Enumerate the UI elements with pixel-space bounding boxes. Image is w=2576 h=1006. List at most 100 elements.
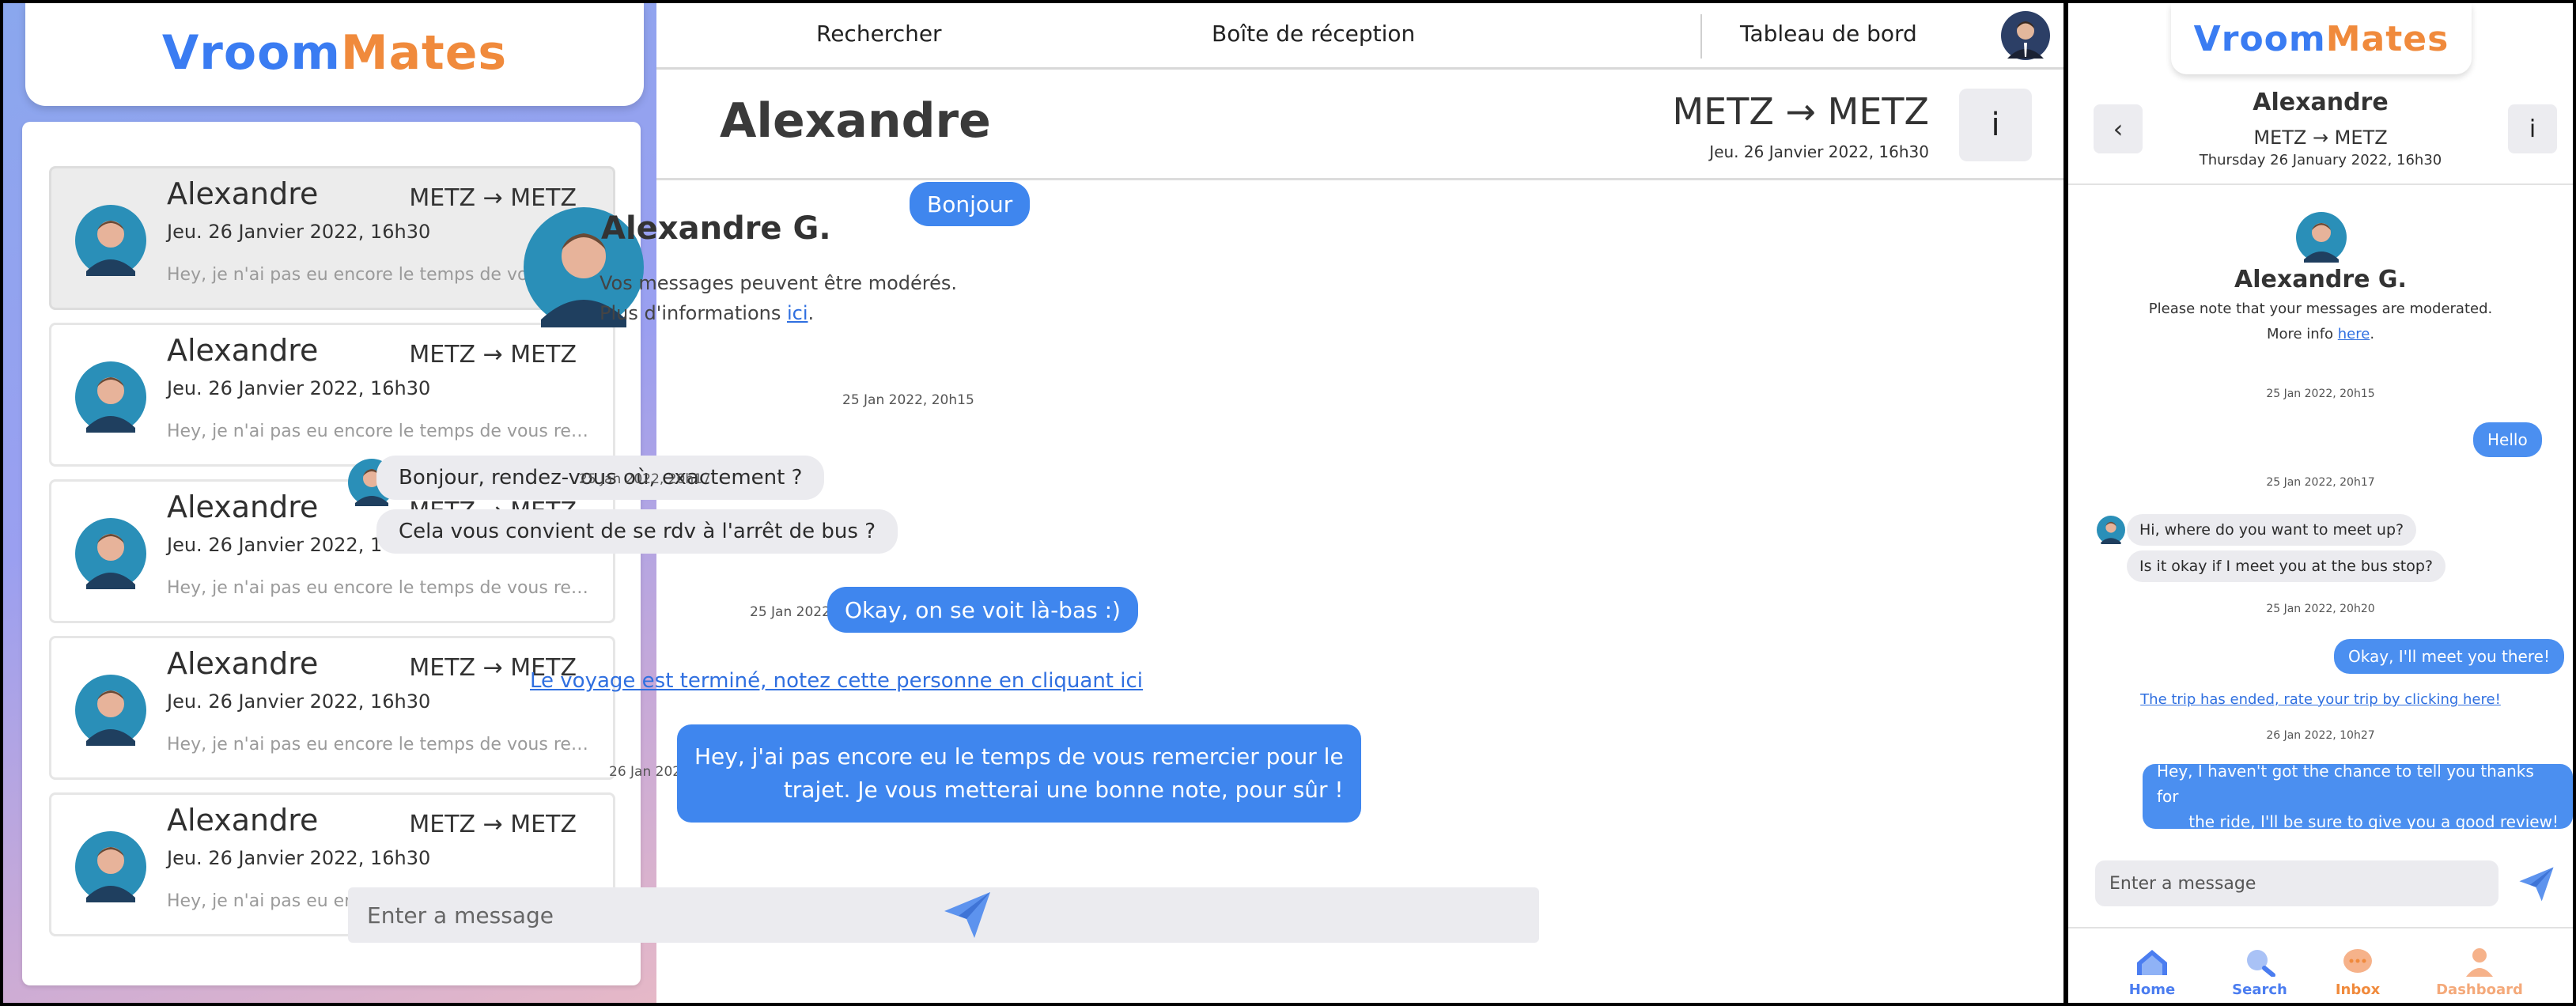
rate-trip-link[interactable]: The trip has ended, rate your trip by cl…	[2068, 691, 2573, 708]
logo-text-part: Mates	[340, 25, 508, 81]
more-info-note: Plus d'informations ici.	[600, 302, 814, 324]
tab-label: Search	[2232, 981, 2287, 998]
conversation-item[interactable]: Alexandre METZ → METZ Jeu. 26 Janvier 20…	[49, 636, 615, 780]
vroommates-logo[interactable]: VroomMates	[162, 25, 507, 81]
more-info-prefix: Plus d'informations	[600, 302, 787, 324]
rate-trip-link[interactable]: Le voyage est terminé, notez cette perso…	[530, 669, 1143, 693]
logo-text-part: Vr	[2193, 18, 2240, 59]
conversation-preview: Hey, je n'ai pas eu encore le temps de v…	[167, 735, 594, 754]
more-info-suffix: .	[808, 302, 815, 324]
message-outgoing: Okay, on se voit là-bas :)	[827, 587, 1138, 633]
logo-text-part: oo	[2239, 18, 2289, 59]
message-outgoing: Bonjour	[910, 182, 1031, 226]
conversation-date: Jeu. 26 Janvier 2022, 16h30	[167, 847, 431, 869]
send-icon[interactable]	[2516, 864, 2557, 905]
moderation-note: Vos messages peuvent être modérés.	[600, 272, 958, 294]
top-nav: Rechercher Boîte de réception Tableau de…	[656, 3, 2063, 70]
nav-inbox-link[interactable]: Boîte de réception	[1212, 21, 1415, 47]
chat-date: Thursday 26 January 2022, 16h30	[2199, 152, 2442, 168]
bottom-nav: Home Search Inbox Dashboard	[2068, 927, 2573, 1003]
message-timestamp: 25 Jan 2022, 20h15	[2266, 388, 2375, 400]
more-info-prefix: More info	[2266, 326, 2338, 342]
conversation-name: Alexandre	[167, 646, 319, 681]
profile-name: Alexandre G.	[601, 210, 831, 247]
avatar	[75, 361, 146, 433]
home-icon	[2137, 950, 2167, 975]
tab-label: Home	[2128, 981, 2176, 998]
chat-date: Jeu. 26 Janvier 2022, 16h30	[1709, 142, 1929, 161]
chat-header: ‹ Alexandre METZ → METZ Thursday 26 Janu…	[2068, 74, 2573, 185]
logo-card: VroomMates	[2171, 3, 2472, 74]
tab-inbox[interactable]: Inbox	[2310, 928, 2405, 1003]
message-input[interactable]: Enter a message	[2095, 860, 2498, 906]
message-line: trajet. Je vous metterai une bonne note,…	[783, 777, 1344, 803]
search-icon	[2247, 950, 2275, 977]
message-outgoing: Hey, I haven't got the chance to tell yo…	[2143, 762, 2573, 831]
conversation-date: Jeu. 26 Janvier 2022, 16h30	[167, 221, 431, 243]
more-info-note: More info here.	[2068, 326, 2573, 342]
avatar	[75, 205, 146, 276]
sender-avatar[interactable]	[2097, 516, 2125, 544]
info-button[interactable]: i	[2508, 104, 2557, 153]
info-button[interactable]: i	[1959, 89, 2032, 161]
message-outgoing: Hello	[2473, 422, 2542, 457]
more-info-link[interactable]: ici	[787, 302, 808, 324]
tab-search[interactable]: Search	[2212, 928, 2307, 1003]
message-timestamp: 25 Jan 2022, 20h17	[579, 471, 711, 487]
mobile-view: VroomMates ‹ Alexandre METZ → METZ Thurs…	[2068, 3, 2573, 1003]
message-incoming: Cela vous convient de se rdv à l'arrêt d…	[376, 509, 898, 554]
message-outgoing: Hey, j'ai pas encore eu le temps de vous…	[677, 724, 1361, 823]
chat-route: METZ → METZ	[2253, 127, 2388, 149]
conversation-name: Alexandre	[167, 490, 319, 524]
tab-dashboard[interactable]: Dashboard	[2432, 928, 2527, 1003]
logo-text-part: Mates	[2325, 18, 2449, 59]
user-avatar[interactable]	[2001, 11, 2050, 60]
chat-title: Alexandre	[2253, 89, 2389, 116]
message-timestamp: 26 Jan 2022, 10h27	[2266, 729, 2375, 742]
conversation-sidebar: VroomMates Alexandre METZ → METZ Jeu. 26…	[3, 3, 656, 1003]
conversation-date: Jeu. 26 Janvier 2022, 16h30	[167, 690, 431, 713]
message-line: Hey, j'ai pas encore eu le temps de vous…	[694, 743, 1344, 770]
avatar	[75, 675, 146, 746]
logo-card: VroomMates	[25, 3, 644, 106]
conversation-route: METZ → METZ	[409, 341, 577, 369]
conversation-name: Alexandre	[167, 803, 319, 838]
conversation-item[interactable]: Alexandre METZ → METZ Jeu. 26 Janvier 20…	[49, 323, 615, 467]
more-info-suffix: .	[2370, 326, 2375, 342]
message-incoming: Is it okay if I meet you at the bus stop…	[2127, 550, 2446, 582]
chat-route: METZ → METZ	[1672, 90, 1929, 133]
tab-label: Dashboard	[2436, 981, 2523, 998]
message-line: the ride, I'll be sure to give you a goo…	[2188, 812, 2559, 831]
rate-trip-link-text[interactable]: The trip has ended, rate your trip by cl…	[2140, 691, 2501, 708]
message-line: Hey, I haven't got the chance to tell yo…	[2157, 762, 2534, 806]
nav-search-link[interactable]: Rechercher	[816, 21, 942, 47]
conversation-route: METZ → METZ	[409, 811, 577, 838]
conversation-date: Jeu. 26 Janvier 2022, 16h30	[167, 377, 431, 399]
tab-home[interactable]: Home	[2105, 928, 2200, 1003]
nav-dashboard-link[interactable]: Tableau de bord	[1740, 21, 1917, 47]
tab-label: Inbox	[2335, 981, 2381, 998]
conversation-name: Alexandre	[167, 176, 319, 211]
message-timestamp: 25 Jan 2022, 20h20	[2266, 603, 2375, 615]
send-icon[interactable]	[940, 887, 995, 943]
chat-title: Alexandre	[720, 93, 991, 149]
profile-avatar[interactable]	[2296, 212, 2347, 263]
desktop-view: VroomMates Alexandre METZ → METZ Jeu. 26…	[3, 3, 2063, 1003]
logo-text-part: oo	[223, 25, 291, 81]
avatar	[75, 831, 146, 902]
chat-header: Alexandre METZ → METZ Jeu. 26 Janvier 20…	[656, 70, 2063, 180]
conversation-preview: Hey, je n'ai pas eu encore le temps de v…	[167, 422, 594, 441]
conversation-preview: Hey, je n'ai pas eu encore le temps de v…	[167, 578, 594, 598]
inbox-icon	[2343, 949, 2372, 973]
message-timestamp: 25 Jan 2022, 20h15	[842, 392, 974, 408]
user-icon	[2466, 948, 2493, 977]
logo-text-part: Vr	[161, 25, 224, 81]
profile-name: Alexandre G.	[2234, 266, 2407, 293]
logo-text-part: m	[290, 25, 341, 81]
vroommates-logo[interactable]: VroomMates	[2194, 19, 2449, 59]
message-timestamp: 25 Jan 2022, 20h17	[2266, 476, 2375, 489]
conversation-name: Alexandre	[167, 333, 319, 368]
more-info-link[interactable]: here	[2338, 326, 2370, 342]
avatar	[75, 518, 146, 589]
moderation-note: Please note that your messages are moder…	[2148, 301, 2493, 317]
